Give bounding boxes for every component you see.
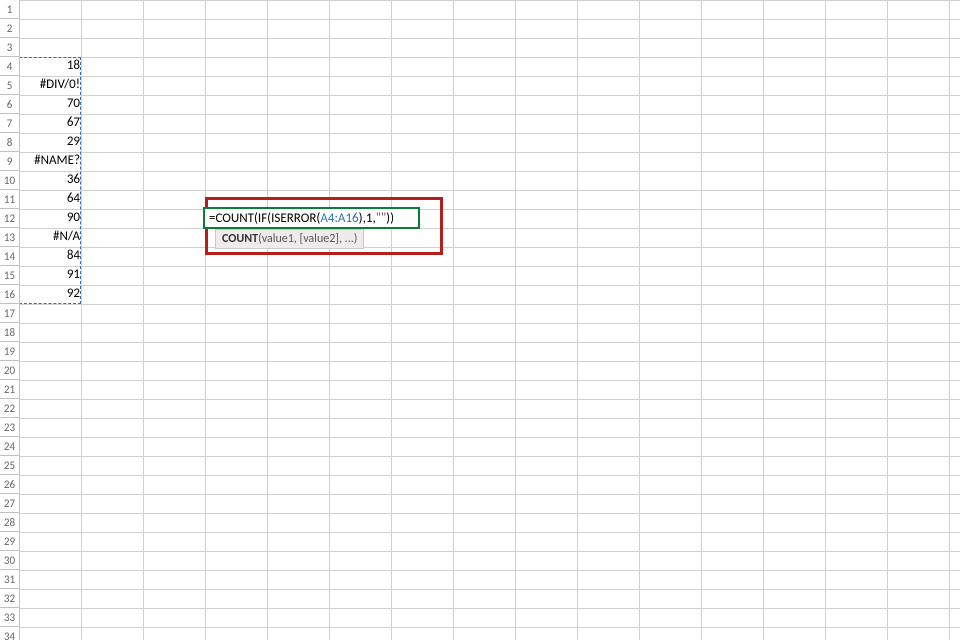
row-header[interactable]: 10 (0, 171, 19, 190)
row-header[interactable]: 19 (0, 342, 19, 361)
row-header[interactable]: 11 (0, 190, 19, 209)
row-header[interactable]: 8 (0, 133, 19, 152)
row-header[interactable]: 32 (0, 589, 19, 608)
row-header[interactable]: 25 (0, 456, 19, 475)
cell[interactable]: 91 (20, 266, 84, 284)
row-header[interactable]: 13 (0, 228, 19, 247)
cell[interactable]: #NAME? (20, 152, 84, 170)
cell[interactable]: 18 (20, 57, 84, 75)
row-header[interactable]: 5 (0, 76, 19, 95)
row-header[interactable]: 34 (0, 627, 19, 640)
row-header[interactable]: 26 (0, 475, 19, 494)
row-header[interactable]: 23 (0, 418, 19, 437)
row-header[interactable]: 22 (0, 399, 19, 418)
cell[interactable]: 64 (20, 190, 84, 208)
row-header[interactable]: 18 (0, 323, 19, 342)
row-header[interactable]: 7 (0, 114, 19, 133)
row-header-column: 1234567891011121314151617181920212223242… (0, 0, 20, 640)
row-header[interactable]: 30 (0, 551, 19, 570)
row-header[interactable]: 21 (0, 380, 19, 399)
row-header[interactable]: 2 (0, 19, 19, 38)
row-header[interactable]: 4 (0, 57, 19, 76)
cell[interactable]: #N/A (20, 228, 84, 246)
row-header[interactable]: 29 (0, 532, 19, 551)
row-header[interactable]: 24 (0, 437, 19, 456)
row-header[interactable]: 14 (0, 247, 19, 266)
cell-grid[interactable]: 18#DIV/0!706729#NAME?366490#N/A849192 =CO… (19, 0, 960, 640)
spreadsheet-sheet[interactable]: 1234567891011121314151617181920212223242… (0, 0, 960, 640)
cell[interactable]: 92 (20, 285, 84, 303)
row-header[interactable]: 6 (0, 95, 19, 114)
cell[interactable]: #DIV/0! (20, 76, 84, 94)
row-header[interactable]: 17 (0, 304, 19, 323)
cell[interactable]: 90 (20, 209, 84, 227)
row-header[interactable]: 1 (0, 0, 19, 19)
row-header[interactable]: 15 (0, 266, 19, 285)
row-header[interactable]: 27 (0, 494, 19, 513)
row-header[interactable]: 33 (0, 608, 19, 627)
cell[interactable]: 67 (20, 114, 84, 132)
row-header[interactable]: 12 (0, 209, 19, 228)
formula-tooltip: COUNT(value1, [value2], ...) (215, 229, 364, 249)
cell[interactable]: 29 (20, 133, 84, 151)
cell[interactable]: 70 (20, 95, 84, 113)
row-header[interactable]: 3 (0, 38, 19, 57)
row-header[interactable]: 9 (0, 152, 19, 171)
cell[interactable]: 36 (20, 171, 84, 189)
row-header[interactable]: 16 (0, 285, 19, 304)
row-header[interactable]: 28 (0, 513, 19, 532)
row-header[interactable]: 20 (0, 361, 19, 380)
formula-editing-cell[interactable]: =COUNT(IF(ISERROR(A4:A16),1,"")) (203, 207, 420, 229)
row-header[interactable]: 31 (0, 570, 19, 589)
cell[interactable]: 84 (20, 247, 84, 265)
